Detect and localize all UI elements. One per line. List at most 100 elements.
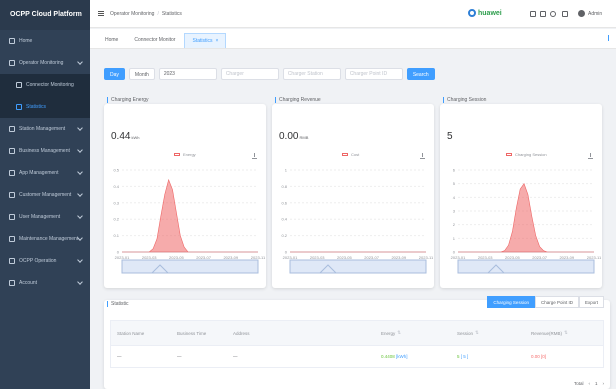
pager-next-button[interactable]: › bbox=[603, 381, 605, 386]
data-zoom-slider[interactable] bbox=[289, 259, 427, 274]
monitor-icon bbox=[9, 60, 15, 66]
y-tick-label: 0.8 bbox=[281, 184, 287, 189]
data-zoom-slider[interactable] bbox=[457, 259, 595, 274]
y-tick-label: 0 bbox=[453, 250, 456, 255]
chevron-down-icon bbox=[77, 191, 83, 197]
y-tick-label: 0.5 bbox=[113, 168, 119, 173]
x-tick-label: 2023-07 bbox=[196, 255, 211, 260]
chart-title: Charging Session bbox=[443, 97, 486, 103]
x-tick-label: 2023-01 bbox=[283, 255, 298, 260]
breadcrumb-item-1[interactable]: Operator Monitoring bbox=[110, 11, 154, 17]
sidebar-item-label: Business Management bbox=[19, 148, 70, 154]
hamburger-icon[interactable] bbox=[98, 11, 104, 16]
user-name: Admin bbox=[588, 10, 603, 17]
day-button[interactable]: Day bbox=[104, 68, 125, 80]
close-icon[interactable]: × bbox=[216, 38, 219, 44]
col-address[interactable]: Address bbox=[233, 321, 250, 345]
export-button[interactable]: Export bbox=[578, 296, 604, 308]
sidebar-item-label: Customer Management bbox=[19, 192, 72, 198]
sidebar-item-connector-monitoring[interactable]: Connector Monitoring bbox=[0, 74, 90, 96]
sidebar-item-home[interactable]: Home bbox=[0, 30, 90, 52]
x-tick-label: 2023-05 bbox=[337, 255, 352, 260]
chevron-down-icon bbox=[77, 125, 83, 131]
date-picker[interactable]: 2023 bbox=[158, 68, 217, 80]
tab-charging-session[interactable]: Charging Session bbox=[487, 296, 535, 308]
sidebar-item-business-management[interactable]: Business Management bbox=[0, 140, 90, 162]
chevron-down-icon bbox=[77, 213, 83, 219]
x-tick-label: 2023-03 bbox=[142, 255, 157, 260]
search-icon[interactable] bbox=[530, 11, 536, 17]
col-business-time[interactable]: Business Time bbox=[177, 321, 206, 345]
y-tick-label: 3 bbox=[453, 209, 456, 214]
table-tabs: Charging Session Charge Point ID Export bbox=[487, 296, 604, 308]
col-session[interactable]: Session ⇅ bbox=[457, 321, 479, 345]
data-zoom-slider[interactable] bbox=[121, 259, 259, 274]
filter-bar: Day Month 2023 Search bbox=[104, 68, 439, 80]
cell-energy: 0.4408 [kWh] bbox=[381, 354, 408, 359]
col-revenue[interactable]: Revenue(RMB) ⇅ bbox=[531, 321, 568, 345]
fullscreen-icon[interactable] bbox=[562, 11, 568, 17]
sort-icon[interactable]: ⇅ bbox=[397, 330, 401, 336]
user-menu[interactable]: Admin bbox=[578, 10, 602, 17]
chart-svg: 6 5 4 3 2 1 02023-01 2023-03 2023-05 2023-07 2023-… bbox=[451, 168, 602, 274]
x-tick-label: 2023-09 bbox=[223, 255, 238, 260]
table-title: Statistic bbox=[107, 301, 129, 307]
pagination: Total ‹ 1 › bbox=[569, 381, 604, 386]
table-row[interactable]: — — — 0.4408 [kWh] 5 [ 5 ] 0.00 [0] bbox=[110, 346, 604, 368]
chart-title: Charging Energy bbox=[107, 97, 149, 103]
charge-point-id-input[interactable] bbox=[344, 68, 403, 80]
chart-svg: 1 0.8 0.6 0.4 0.2 02023-01 2023-03 2023-05 2023-… bbox=[281, 168, 434, 274]
y-tick-label: 4 bbox=[453, 195, 456, 200]
tag-label: Statistics bbox=[192, 38, 213, 44]
header-bar: Operator Monitoring / Statistics huawei … bbox=[90, 0, 616, 28]
chevron-down-icon bbox=[77, 147, 83, 153]
x-tick-label: 2023-11 bbox=[419, 255, 434, 260]
x-tick-label: 2023-05 bbox=[169, 255, 184, 260]
cell-address: — bbox=[233, 354, 238, 359]
sidebar-item-label: Operator Monitoring bbox=[19, 60, 64, 66]
charger-input[interactable] bbox=[220, 68, 279, 80]
briefcase-icon bbox=[9, 148, 15, 154]
sidebar-item-operator-monitoring[interactable]: Operator Monitoring bbox=[0, 52, 90, 74]
sidebar-item-label: Connector Monitoring bbox=[26, 82, 74, 88]
tab-charge-point-id[interactable]: Charge Point ID bbox=[534, 296, 579, 308]
tags-view: Home Connector Monitor Statistics × bbox=[90, 29, 616, 49]
y-tick-label: 0.6 bbox=[281, 200, 287, 205]
tag-statistics[interactable]: Statistics × bbox=[184, 33, 227, 48]
sort-icon[interactable]: ⇅ bbox=[564, 330, 568, 336]
search-button[interactable]: Search bbox=[406, 68, 435, 80]
y-tick-label: 0.4 bbox=[281, 217, 287, 222]
document-icon[interactable] bbox=[540, 11, 546, 17]
github-icon[interactable] bbox=[550, 11, 556, 17]
pager-prev-button[interactable]: ‹ bbox=[588, 381, 590, 386]
logo-text: huawei bbox=[478, 9, 502, 17]
col-energy[interactable]: Energy ⇅ bbox=[381, 321, 401, 345]
pager-total: Total bbox=[573, 381, 584, 386]
sidebar-item-ocpp-operation[interactable]: OCPP Operation bbox=[0, 250, 90, 272]
tag-home[interactable]: Home bbox=[98, 33, 125, 48]
sidebar-item-station-management[interactable]: Station Management bbox=[0, 118, 90, 140]
chevron-down-icon bbox=[77, 257, 83, 263]
sidebar-item-label: Home bbox=[19, 38, 33, 44]
col-station-name[interactable]: Station Name bbox=[117, 321, 144, 345]
x-tick-label: 2023-01 bbox=[451, 255, 466, 260]
x-tick-label: 2023-01 bbox=[115, 255, 130, 260]
tag-connector-monitor[interactable]: Connector Monitor bbox=[127, 33, 182, 48]
chart-svg: 0.5 0.4 0.3 0.2 0.1 02023-01 2023-03 2023-05 202… bbox=[113, 168, 266, 274]
tag-label: Connector Monitor bbox=[134, 37, 176, 43]
sidebar-item-label: OCPP Operation bbox=[19, 258, 57, 264]
tag-label: Home bbox=[105, 37, 119, 43]
sidebar-item-user-management[interactable]: User Management bbox=[0, 206, 90, 228]
cell-business-time: — bbox=[177, 354, 182, 359]
tags-scroll-icon[interactable] bbox=[608, 35, 612, 41]
sort-icon[interactable]: ⇅ bbox=[475, 330, 479, 336]
sidebar-item-statistics[interactable]: Statistics bbox=[0, 96, 90, 118]
month-button[interactable]: Month bbox=[128, 68, 155, 80]
sidebar-item-customer-management[interactable]: Customer Management bbox=[0, 184, 90, 206]
sidebar-item-app-management[interactable]: App Management bbox=[0, 162, 90, 184]
sidebar-item-label: Station Management bbox=[19, 126, 66, 132]
charger-station-input[interactable] bbox=[282, 68, 341, 80]
sidebar-item-maintenance-management[interactable]: Maintenance Management bbox=[0, 228, 90, 250]
sidebar-item-account[interactable]: Account bbox=[0, 272, 90, 294]
pager-page-1[interactable]: 1 bbox=[595, 381, 598, 386]
